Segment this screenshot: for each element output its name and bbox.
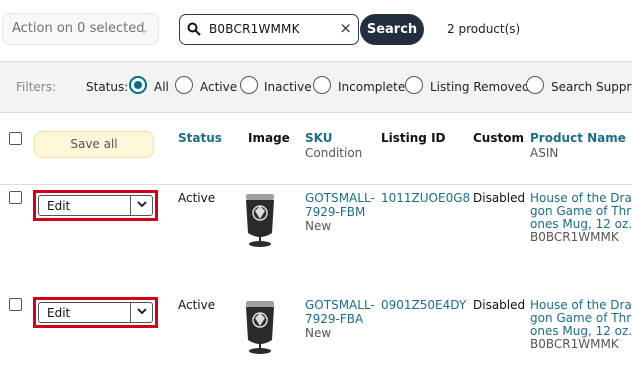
- filters-label: Filters:: [16, 80, 57, 94]
- row-sku-line1[interactable]: GOTSMALL-: [305, 298, 375, 312]
- row-status: Active: [178, 191, 216, 205]
- bulk-action-dropdown[interactable]: Action on 0 selected ⌄: [2, 13, 159, 45]
- radio-listing-removed-label[interactable]: Listing Removed: [430, 80, 530, 94]
- search-input[interactable]: B0BCR1WMMK ×: [179, 14, 359, 45]
- product-thumbnail-image[interactable]: [243, 191, 277, 249]
- action-select-value: Edit: [47, 306, 71, 320]
- row-asin: B0BCR1WMMK: [530, 230, 619, 244]
- radio-listing-removed[interactable]: [405, 76, 423, 94]
- column-asin: ASIN: [530, 146, 559, 160]
- row-product-name-line1[interactable]: House of the Dra: [530, 298, 632, 312]
- radio-active-label[interactable]: Active: [200, 80, 237, 94]
- radio-all-label[interactable]: All: [154, 80, 169, 94]
- chevron-down-icon: ⌄: [138, 22, 149, 36]
- row-product-name-line3[interactable]: ones Mug, 12 oz.: [530, 217, 632, 231]
- radio-search-suppressed[interactable]: [526, 76, 544, 94]
- chevron-down-icon: [137, 201, 147, 208]
- radio-incomplete-label[interactable]: Incomplete: [338, 80, 405, 94]
- column-image: Image: [248, 131, 290, 145]
- row-condition: New: [305, 219, 332, 233]
- row-condition: New: [305, 326, 332, 340]
- row-sku-line1[interactable]: GOTSMALL-: [305, 191, 375, 205]
- row-product-name-line2[interactable]: gon Game of Thr: [530, 311, 631, 325]
- table-row: Edit Active GOTSMALL- 7929-FBA New 0901Z…: [0, 292, 632, 376]
- row-listing-id: 0901Z50E4DY: [381, 298, 467, 312]
- row-asin: B0BCR1WMMK: [530, 337, 619, 351]
- table-row: Edit Active GOTSMALL- 7929-FBM New 1011Z…: [0, 185, 632, 293]
- clear-icon[interactable]: ×: [339, 19, 352, 37]
- radio-incomplete[interactable]: [313, 76, 331, 94]
- column-sku[interactable]: SKU: [305, 131, 332, 145]
- product-thumbnail-image[interactable]: [243, 298, 277, 356]
- radio-inactive[interactable]: [240, 76, 258, 94]
- highlight-box: Edit: [33, 190, 158, 221]
- radio-search-suppressed-label[interactable]: Search Suppre: [551, 80, 632, 94]
- column-condition: Condition: [305, 146, 363, 160]
- radio-inactive-label[interactable]: Inactive: [264, 80, 312, 94]
- product-count: 2 product(s): [447, 22, 521, 36]
- column-product-name[interactable]: Product Name: [530, 131, 626, 145]
- row-product-name-line1[interactable]: House of the Dra: [530, 191, 632, 205]
- row-product-name-line3[interactable]: ones Mug, 12 oz.: [530, 324, 632, 338]
- column-custom: Custom: [473, 131, 524, 145]
- chevron-down-icon: [137, 308, 147, 315]
- filters-bar: Filters: Status: All Active Inactive Inc…: [0, 61, 632, 113]
- radio-all[interactable]: [129, 76, 147, 94]
- action-select[interactable]: Edit: [38, 302, 153, 323]
- radio-active[interactable]: [175, 76, 193, 94]
- column-listing-id: Listing ID: [381, 131, 446, 145]
- search-icon: [187, 22, 201, 36]
- row-checkbox[interactable]: [9, 191, 22, 204]
- row-sku-line2[interactable]: 7929-FBA: [305, 312, 363, 326]
- bulk-action-label: Action on 0 selected: [12, 21, 145, 36]
- search-button[interactable]: Search: [360, 14, 424, 45]
- action-select-value: Edit: [47, 199, 71, 213]
- select-all-checkbox[interactable]: [9, 132, 22, 145]
- row-status: Active: [178, 298, 216, 312]
- table-header: Save all Status Image SKU Condition List…: [0, 113, 632, 185]
- row-sku-line2[interactable]: 7929-FBM: [305, 205, 365, 219]
- row-product-name-line2[interactable]: gon Game of Thr: [530, 204, 631, 218]
- row-listing-id: 1011ZUOE0G8: [381, 191, 471, 205]
- save-all-button[interactable]: Save all: [34, 131, 154, 158]
- column-status[interactable]: Status: [178, 131, 222, 145]
- row-custom: Disabled: [473, 298, 526, 312]
- action-select[interactable]: Edit: [38, 195, 153, 216]
- highlight-box: Edit: [33, 297, 158, 328]
- search-value: B0BCR1WMMK: [209, 22, 300, 36]
- top-toolbar: Action on 0 selected ⌄ B0BCR1WMMK × Sear…: [0, 0, 632, 60]
- row-custom: Disabled: [473, 191, 526, 205]
- row-checkbox[interactable]: [9, 298, 22, 311]
- status-filter-label: Status:: [86, 80, 129, 94]
